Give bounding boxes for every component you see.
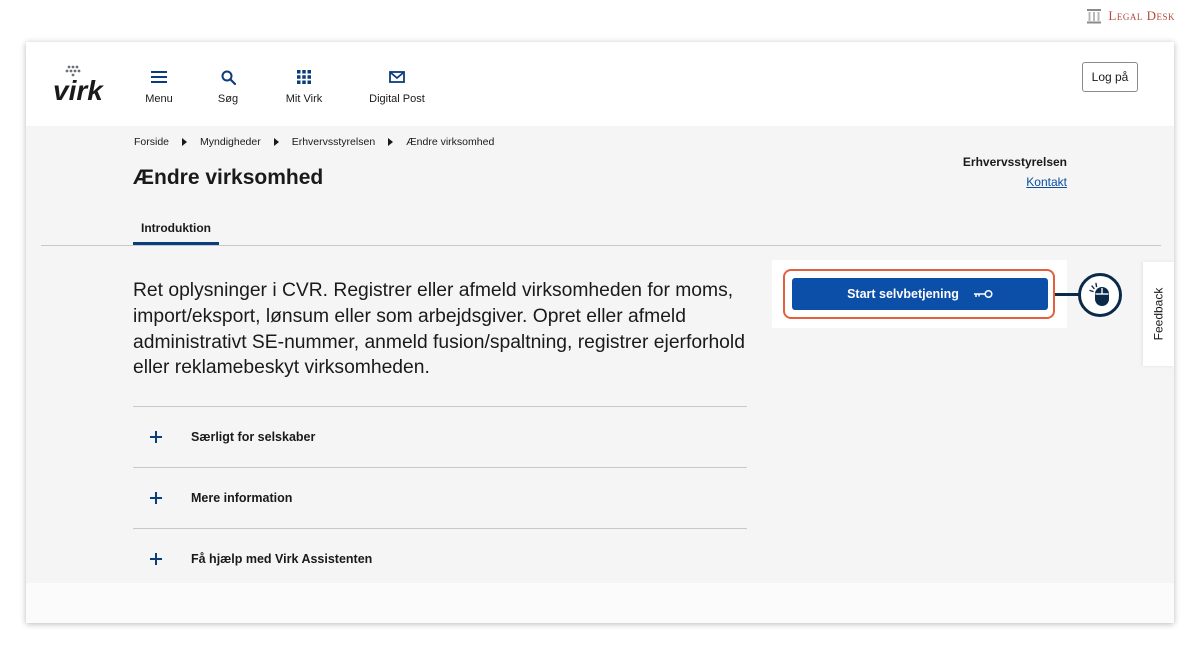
breadcrumb-myndigheder[interactable]: Myndigheder <box>200 136 261 148</box>
breadcrumb-erhvervsstyrelsen[interactable]: Erhvervsstyrelsen <box>292 136 375 148</box>
breadcrumb-forside[interactable]: Forside <box>134 136 169 148</box>
page-title: Ændre virksomhed <box>133 166 324 189</box>
columns-icon <box>1087 9 1102 24</box>
breadcrumb-current: Ændre virksomhed <box>406 136 495 148</box>
grid-icon <box>297 70 311 84</box>
accordion-label: Få hjælp med Virk Assistenten <box>191 552 373 566</box>
start-selvbetjening-button[interactable]: Start selvbetjening <box>792 278 1048 310</box>
breadcrumb-arrow-icon <box>273 138 279 146</box>
annotation-connector <box>1055 293 1079 296</box>
tab-introduktion[interactable]: Introduktion <box>133 213 219 245</box>
authority-name: Erhvervsstyrelsen <box>962 155 1067 169</box>
accordion-item-virk-assistenten[interactable]: Få hjælp med Virk Assistenten <box>133 528 747 589</box>
nav-menu[interactable]: Menu <box>144 69 174 109</box>
tab-divider <box>41 245 1161 246</box>
accordion-label: Mere information <box>191 491 293 505</box>
login-button[interactable]: Log på <box>1082 62 1138 92</box>
plus-icon <box>148 553 164 565</box>
browser-window: virk Menu Søg Mit Virk Digital Post Log … <box>26 42 1174 623</box>
nav-search[interactable]: Søg <box>216 69 240 109</box>
key-icon <box>973 289 993 299</box>
logo-text: virk <box>53 75 104 104</box>
hamburger-icon <box>151 71 167 83</box>
feedback-label: Feedback <box>1151 287 1166 341</box>
nav-mit-virk-label: Mit Virk <box>285 93 323 105</box>
footer-band <box>26 583 1174 623</box>
authority-box: Erhvervsstyrelsen Kontakt <box>963 155 1067 189</box>
intro-text: Ret oplysninger i CVR. Registrer eller a… <box>133 280 745 379</box>
nav-mit-virk[interactable]: Mit Virk <box>282 69 326 109</box>
breadcrumb-arrow-icon <box>388 138 394 146</box>
breadcrumb: Forside Myndigheder Erhvervsstyrelsen Æn… <box>134 136 494 148</box>
accordion-item-mere-information[interactable]: Mere information <box>133 467 747 528</box>
cta-label: Start selvbetjening <box>847 287 959 301</box>
nav-menu-label: Menu <box>145 93 173 105</box>
nav-digital-post[interactable]: Digital Post <box>367 69 427 109</box>
legal-desk-watermark: Legal Desk <box>1086 8 1175 24</box>
accordion: Særligt for selskaber Mere information F… <box>133 406 747 589</box>
mouse-click-icon <box>1078 273 1122 317</box>
accordion-item-selskaber[interactable]: Særligt for selskaber <box>133 406 747 467</box>
nav-search-label: Søg <box>217 93 239 105</box>
watermark-text: Legal Desk <box>1108 8 1175 23</box>
accordion-label: Særligt for selskaber <box>191 430 316 444</box>
mail-icon <box>389 71 405 83</box>
nav-digital-post-label: Digital Post <box>369 93 425 105</box>
virk-logo[interactable]: virk <box>53 64 113 106</box>
contact-link[interactable]: Kontakt <box>963 175 1067 189</box>
feedback-tab[interactable]: Feedback <box>1143 262 1174 366</box>
plus-icon <box>148 492 164 504</box>
breadcrumb-arrow-icon <box>182 138 188 146</box>
search-icon <box>221 70 236 85</box>
site-header: virk Menu Søg Mit Virk Digital Post Log … <box>26 42 1174 126</box>
plus-icon <box>148 431 164 443</box>
